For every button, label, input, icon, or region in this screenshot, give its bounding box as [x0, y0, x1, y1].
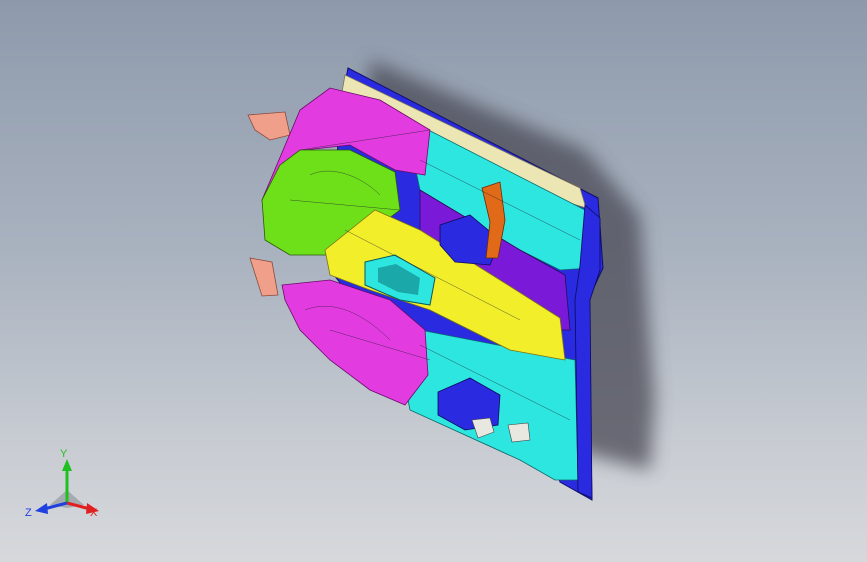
hardware-bolt-2: [507, 422, 531, 443]
z-axis-label: Z: [25, 507, 32, 519]
y-axis-arrow-icon: [62, 459, 72, 471]
cad-model[interactable]: [0, 0, 867, 562]
left-bracket-lower[interactable]: [249, 257, 279, 297]
left-bracket-upper[interactable]: [247, 111, 291, 141]
z-axis-arrow-icon: [35, 503, 48, 514]
x-axis-label: X: [90, 507, 98, 519]
y-axis-label: Y: [60, 448, 68, 460]
axis-triad: Y X Z: [25, 448, 99, 519]
graphics-viewport[interactable]: Y X Z: [0, 0, 867, 562]
